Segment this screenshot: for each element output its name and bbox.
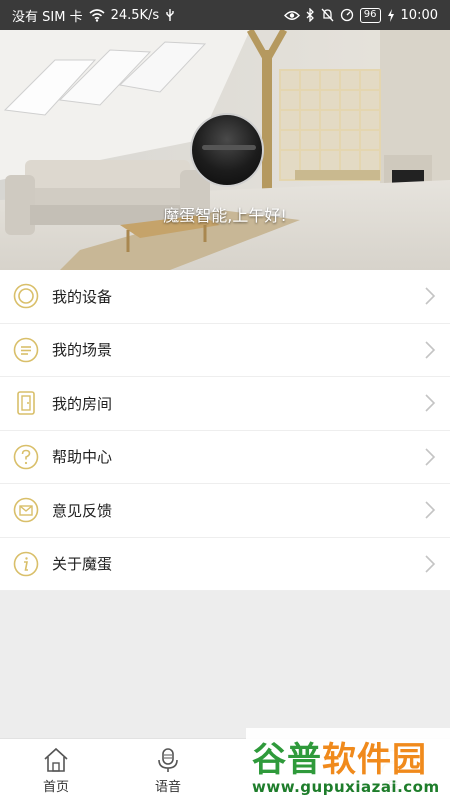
bluetooth-icon: [306, 8, 315, 22]
status-bar: 没有 SIM 卡 24.5K/s 96 10:00: [0, 0, 450, 30]
menu-item-label: 我的房间: [52, 394, 113, 413]
menu-item-label: 帮助中心: [52, 448, 113, 467]
home-icon: [44, 747, 68, 772]
help-question-icon: [12, 443, 40, 471]
clock-time: 10:00: [400, 7, 438, 23]
menu-item-label: 我的场景: [52, 341, 113, 360]
menu-item-my-scenes[interactable]: 我的场景: [0, 324, 450, 377]
chevron-right-icon: [425, 501, 436, 519]
microphone-icon: [158, 748, 178, 772]
network-speed: 24.5K/s: [110, 7, 160, 23]
nav-tab-voice[interactable]: 语音: [112, 739, 224, 800]
watermark-url: www.gupuxiazai.com: [252, 778, 440, 796]
menu-item-my-devices[interactable]: 我的设备: [0, 270, 450, 324]
menu-item-label: 我的设备: [52, 287, 113, 306]
battery-level: 96: [359, 7, 381, 23]
usb-icon: [165, 8, 175, 22]
chevron-right-icon: [425, 394, 436, 412]
menu-item-about[interactable]: 关于魔蛋: [0, 538, 450, 591]
carrier-text: 没有 SIM 卡: [12, 9, 83, 25]
chevron-right-icon: [425, 555, 436, 573]
profile-menu: 我的设备 我的场景 我的房间 帮助中心 意见反馈 关于魔蛋: [0, 270, 450, 591]
chevron-right-icon: [425, 341, 436, 359]
nav-tab-label: 首页: [42, 780, 69, 795]
menu-item-label: 关于魔蛋: [52, 555, 113, 574]
menu-item-label: 意见反馈: [52, 501, 113, 520]
nav-tab-label: 语音: [154, 780, 181, 795]
chevron-right-icon: [425, 287, 436, 305]
menu-item-my-rooms[interactable]: 我的房间: [0, 377, 450, 431]
menu-item-help-center[interactable]: 帮助中心: [0, 431, 450, 484]
chevron-right-icon: [425, 448, 436, 466]
speedometer-icon: [340, 8, 354, 22]
greeting-text: 魔蛋智能,上午好!: [163, 206, 287, 225]
wifi-icon: [89, 8, 105, 22]
scene-list-icon: [12, 336, 40, 364]
room-door-icon: [12, 389, 40, 417]
device-ring-icon: [12, 282, 40, 310]
mute-bell-icon: [321, 8, 334, 22]
menu-item-feedback[interactable]: 意见反馈: [0, 484, 450, 538]
feedback-envelope-icon: [12, 496, 40, 524]
watermark-title: 谷普软件园: [252, 740, 427, 780]
nav-tab-home[interactable]: 首页: [0, 739, 112, 800]
charging-icon: [387, 8, 395, 22]
user-avatar[interactable]: [190, 113, 264, 187]
hero-banner: 魔蛋智能,上午好!: [0, 30, 450, 270]
eye-icon: [283, 10, 300, 21]
about-info-icon: [12, 550, 40, 578]
site-watermark: 谷普软件园 www.gupuxiazai.com: [246, 728, 450, 800]
